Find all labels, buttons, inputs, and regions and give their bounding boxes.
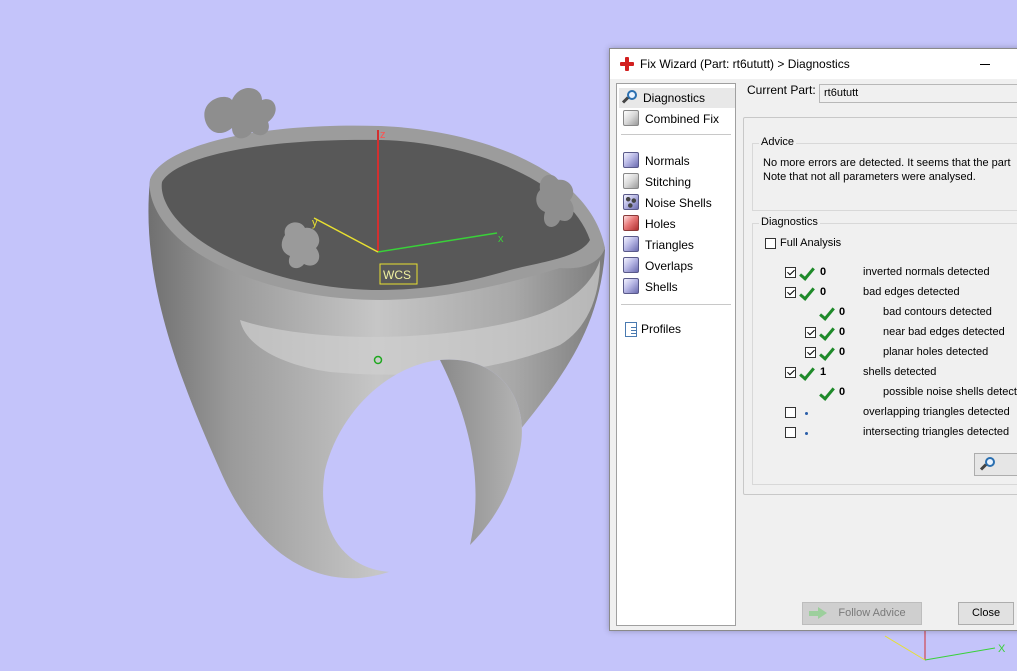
wizard-nav: Diagnostics Combined Fix Normals Stitchi… (616, 83, 736, 626)
pending-dot-icon (805, 432, 808, 435)
check-icon (819, 326, 833, 340)
current-part-label: Current Part: (747, 83, 816, 97)
green-arrow-icon (809, 607, 827, 620)
advice-group: Advice No more errors are detected. It s… (752, 136, 1017, 211)
shells-count: 1 (820, 366, 827, 378)
nav-item-label: Noise Shells (645, 196, 712, 210)
red-cross-app-icon (620, 57, 634, 71)
follow-advice-label: Follow Advice (838, 607, 906, 619)
noise-shells-count: 0 (839, 386, 846, 398)
diagnostics-panel: Advice No more errors are detected. It s… (743, 117, 1017, 495)
bad-edges-checkbox[interactable] (785, 287, 796, 298)
stitching-cube-icon (623, 173, 639, 189)
close-button[interactable]: Close (958, 602, 1014, 625)
advice-line: No more errors are detected. It seems th… (763, 157, 1011, 169)
nav-item-diagnostics[interactable]: Diagnostics (619, 88, 735, 108)
overlapping-triangles-label: overlapping triangles detected (863, 406, 1010, 418)
nav-divider (621, 304, 731, 305)
nav-item-normals[interactable]: Normals (619, 151, 735, 171)
inverted-normals-count: 0 (820, 266, 827, 278)
nav-item-label: Normals (645, 154, 690, 168)
nav-item-label: Combined Fix (645, 112, 720, 126)
inverted-normals-checkbox[interactable] (785, 267, 796, 278)
dialog-title: Fix Wizard (Part: rt6ututt) > Diagnostic… (640, 57, 850, 71)
nav-item-label: Diagnostics (643, 91, 706, 105)
minimize-button[interactable] (970, 49, 1000, 79)
diagnostics-group: Diagnostics Full Analysis 0 inverted nor… (752, 216, 1017, 485)
nav-item-overlaps[interactable]: Overlaps (619, 256, 735, 276)
x-axis-label: x (498, 233, 504, 245)
pending-dot-icon (805, 412, 808, 415)
zoom-diagnostics-button[interactable] (974, 453, 1017, 476)
cube-icon (623, 110, 639, 126)
nav-item-label: Shells (645, 280, 678, 294)
near-bad-edges-count: 0 (839, 326, 846, 338)
inverted-normals-label: inverted normals detected (863, 266, 990, 278)
diagnostics-title: Diagnostics (759, 216, 820, 228)
planar-holes-count: 0 (839, 346, 846, 358)
nav-item-label: Overlaps (645, 259, 694, 273)
check-icon (799, 366, 813, 380)
nav-item-combined-fix[interactable]: Combined Fix (619, 109, 735, 129)
nav-item-triangles[interactable]: Triangles (619, 235, 735, 255)
nav-item-label: Profiles (641, 322, 682, 336)
nav-divider (621, 134, 731, 135)
near-bad-edges-label: near bad edges detected (883, 326, 1005, 338)
magnifier-icon (623, 90, 639, 106)
triangles-cube-icon (623, 236, 639, 252)
follow-advice-button[interactable]: Follow Advice (802, 602, 922, 625)
noise-shells-label: possible noise shells detect (883, 386, 1017, 398)
document-icon (625, 321, 637, 337)
check-icon (819, 306, 833, 320)
advice-title: Advice (759, 136, 797, 148)
nav-item-shells[interactable]: Shells (619, 277, 735, 297)
shells-cube-icon (623, 278, 639, 294)
normals-cube-icon (623, 152, 639, 168)
full-analysis-checkbox[interactable] (765, 238, 776, 249)
bad-contours-label: bad contours detected (883, 306, 992, 318)
mini-axes: X (884, 630, 1006, 661)
planar-holes-label: planar holes detected (883, 346, 989, 358)
check-icon (799, 286, 813, 300)
wcs-label: WCS (383, 268, 411, 282)
bad-edges-count: 0 (820, 286, 827, 298)
fix-wizard-dialog: Fix Wizard (Part: rt6ututt) > Diagnostic… (609, 48, 1017, 631)
nav-item-holes[interactable]: Holes (619, 214, 735, 234)
check-icon (799, 266, 813, 280)
current-part-field[interactable]: rt6ututt (819, 84, 1017, 103)
check-icon (819, 346, 833, 360)
magnifier-icon (981, 457, 997, 473)
minimize-icon (980, 63, 990, 65)
bad-contours-count: 0 (839, 306, 846, 318)
check-icon (819, 386, 833, 400)
shells-checkbox[interactable] (785, 367, 796, 378)
nav-item-stitching[interactable]: Stitching (619, 172, 735, 192)
overlapping-triangles-checkbox[interactable] (785, 407, 796, 418)
nav-item-noise-shells[interactable]: Noise Shells (619, 193, 735, 213)
holes-cube-icon (623, 215, 639, 231)
nav-item-profiles[interactable]: Profiles (619, 319, 735, 339)
shells-label: shells detected (863, 366, 937, 378)
nav-item-label: Stitching (645, 175, 692, 189)
near-bad-edges-checkbox[interactable] (805, 327, 816, 338)
nav-item-label: Holes (645, 217, 676, 231)
z-axis-label: z (380, 129, 386, 141)
planar-holes-checkbox[interactable] (805, 347, 816, 358)
advice-line: Note that not all parameters were analys… (763, 171, 976, 183)
intersecting-triangles-label: intersecting triangles detected (863, 426, 1010, 438)
dialog-titlebar[interactable]: Fix Wizard (Part: rt6ututt) > Diagnostic… (610, 49, 1017, 79)
full-analysis-label: Full Analysis (780, 237, 842, 249)
bad-edges-label: bad edges detected (863, 286, 960, 298)
nav-item-label: Triangles (645, 238, 694, 252)
overlaps-cube-icon (623, 257, 639, 273)
noise-shells-icon (623, 194, 639, 210)
advice-text: No more errors are detected. It seems th… (763, 156, 1011, 184)
ring-model (148, 87, 605, 579)
y-axis-label: y (312, 217, 318, 229)
intersecting-triangles-checkbox[interactable] (785, 427, 796, 438)
mini-x-label: X (998, 643, 1006, 655)
